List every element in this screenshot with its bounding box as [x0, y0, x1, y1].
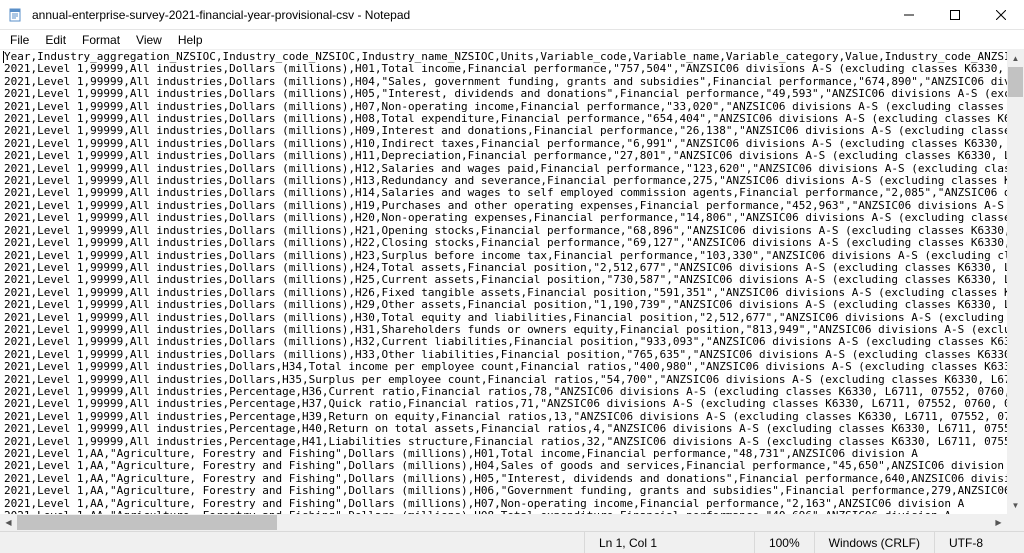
scroll-up-icon[interactable]: ▲	[1007, 50, 1024, 67]
close-button[interactable]	[978, 0, 1024, 30]
title-bar: annual-enterprise-survey-2021-financial-…	[0, 0, 1024, 30]
status-position: Ln 1, Col 1	[584, 532, 754, 553]
vertical-scroll-track[interactable]	[1007, 67, 1024, 497]
menu-view[interactable]: View	[128, 31, 170, 49]
menu-edit[interactable]: Edit	[37, 31, 74, 49]
status-encoding: UTF-8	[934, 532, 1024, 553]
text-cursor	[3, 51, 4, 63]
horizontal-scrollbar[interactable]: ◀ ▶	[0, 514, 1007, 531]
menu-bar: File Edit Format View Help	[0, 30, 1024, 50]
notepad-icon	[8, 7, 24, 23]
maximize-button[interactable]	[932, 0, 978, 30]
scroll-down-icon[interactable]: ▼	[1007, 497, 1024, 514]
editor-viewport: Year,Industry_aggregation_NZSIOC,Industr…	[0, 50, 1024, 531]
scroll-left-icon[interactable]: ◀	[0, 514, 17, 531]
menu-file[interactable]: File	[2, 31, 37, 49]
status-zoom: 100%	[754, 532, 814, 553]
minimize-button[interactable]	[886, 0, 932, 30]
menu-format[interactable]: Format	[74, 31, 128, 49]
window-title: annual-enterprise-survey-2021-financial-…	[32, 8, 410, 22]
text-area[interactable]: Year,Industry_aggregation_NZSIOC,Industr…	[0, 50, 1024, 531]
horizontal-scroll-thumb[interactable]	[17, 515, 277, 530]
horizontal-scroll-track[interactable]	[17, 514, 990, 531]
menu-help[interactable]: Help	[170, 31, 211, 49]
scrollbar-corner	[1007, 514, 1024, 531]
vertical-scroll-thumb[interactable]	[1008, 67, 1023, 97]
status-line-ending: Windows (CRLF)	[814, 532, 934, 553]
scroll-right-icon[interactable]: ▶	[990, 514, 1007, 531]
vertical-scrollbar[interactable]: ▲ ▼	[1007, 50, 1024, 514]
status-bar: Ln 1, Col 1 100% Windows (CRLF) UTF-8	[0, 531, 1024, 553]
